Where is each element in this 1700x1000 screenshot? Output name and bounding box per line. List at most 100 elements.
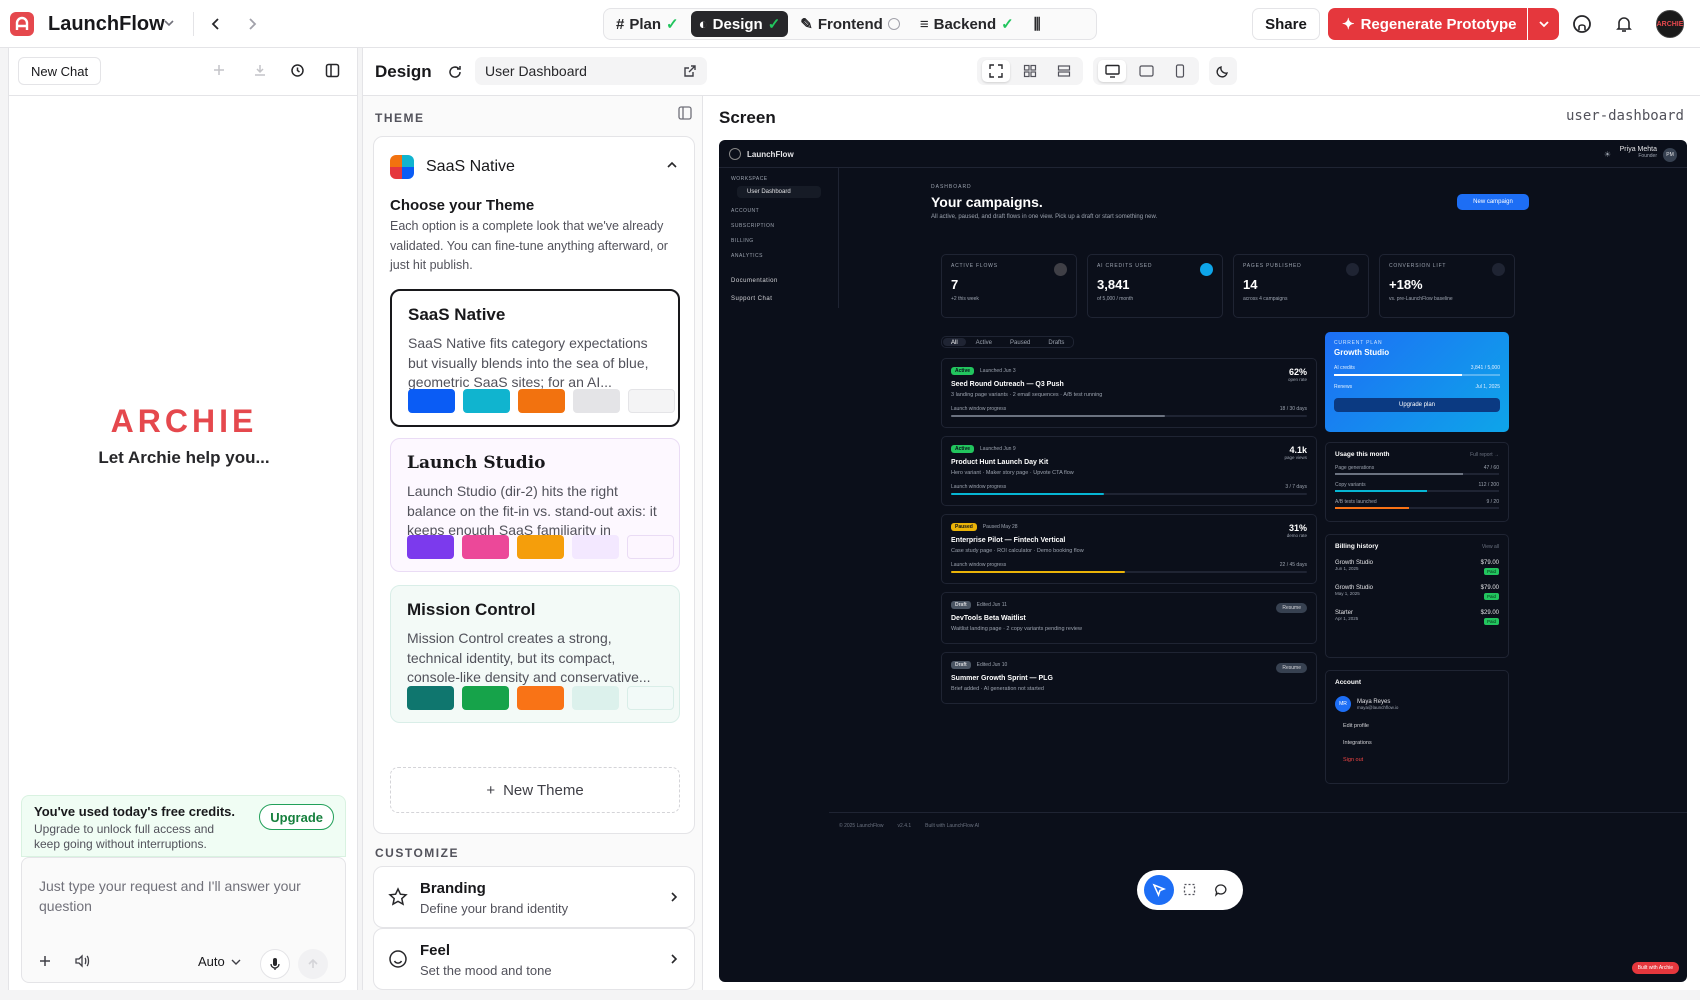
view-all-link[interactable]: View all xyxy=(1482,544,1499,550)
campaign-metric: 31% demo rate xyxy=(1287,523,1307,538)
campaign-card[interactable]: Draft Edited Jun 11 DevTools Beta Waitlis… xyxy=(941,592,1317,644)
status-badge: Paused xyxy=(951,523,977,531)
upgrade-button[interactable]: Upgrade xyxy=(259,804,334,830)
nav-link[interactable]: Support Chat xyxy=(731,296,772,302)
status-badge: Active xyxy=(951,367,975,375)
step-design[interactable]: ◐ Design ✓ xyxy=(690,11,789,37)
dark-mode-toggle[interactable] xyxy=(1209,57,1237,85)
preview-avatar[interactable]: PM xyxy=(1663,148,1677,162)
nav-item[interactable]: ANALYTICS xyxy=(731,253,763,259)
mobile-device-button[interactable] xyxy=(1166,60,1194,82)
tab-all[interactable]: All xyxy=(943,338,966,346)
panel-toggle-icon[interactable] xyxy=(325,63,340,78)
bell-icon[interactable] xyxy=(1614,14,1634,34)
fullscreen-view-button[interactable] xyxy=(982,60,1010,82)
comment-button[interactable] xyxy=(1206,875,1236,905)
plus-icon[interactable] xyxy=(212,63,226,77)
refresh-icon[interactable] xyxy=(447,64,463,80)
collapse-panel-icon[interactable] xyxy=(678,106,692,120)
external-link-icon[interactable] xyxy=(683,64,697,78)
speaker-icon[interactable] xyxy=(74,954,90,968)
campaign-card[interactable]: Active Launched Jun 9 Product Hunt Launch… xyxy=(941,436,1317,506)
campaign-card[interactable]: Paused Paused May 28 Enterprise Pilot — F… xyxy=(941,514,1317,584)
preview-subtitle: All active, paused, and draft flows in o… xyxy=(931,214,1158,220)
arrow-right-icon[interactable] xyxy=(244,16,260,32)
stat-value: 3,841 xyxy=(1097,277,1130,292)
send-button[interactable] xyxy=(298,949,328,979)
area-select-button[interactable] xyxy=(1175,875,1205,905)
regenerate-options-button[interactable] xyxy=(1528,8,1559,40)
chat-composer[interactable]: Just type your request and I'll answer y… xyxy=(21,857,346,983)
tab-active[interactable]: Active xyxy=(968,338,1000,346)
app-logo[interactable] xyxy=(10,12,34,36)
mode-select[interactable]: Auto xyxy=(198,954,241,969)
billing-row: Growth Studio Jun 1, 2025 $79.00 Paid xyxy=(1335,560,1499,575)
regenerate-prototype-button[interactable]: ✦ Regenerate Prototype xyxy=(1328,8,1527,40)
full-report-link[interactable]: Full report → xyxy=(1470,452,1499,458)
campaign-card[interactable]: Draft Edited Jun 10 Summer Growth Sprint … xyxy=(941,652,1317,704)
footer-version: v2.4.1 xyxy=(897,823,912,829)
tablet-device-button[interactable] xyxy=(1132,60,1160,82)
usage-bar xyxy=(1335,490,1499,492)
microphone-button[interactable] xyxy=(260,949,290,979)
share-button[interactable]: Share xyxy=(1252,8,1320,40)
current-theme[interactable]: SaaS Native xyxy=(390,155,515,179)
step-backend[interactable]: ≡ Backend ✓ xyxy=(912,11,1022,37)
credits-value: 3,841 / 5,000 xyxy=(1470,365,1500,371)
customize-branding[interactable]: Branding Define your brand identity xyxy=(373,866,695,928)
stat-sub: +2 this week xyxy=(951,296,979,302)
arrow-left-icon[interactable] xyxy=(208,16,224,32)
nav-item[interactable]: BILLING xyxy=(731,238,754,244)
desktop-device-button[interactable] xyxy=(1098,60,1126,82)
page-selector[interactable]: User Dashboard xyxy=(475,57,707,85)
history-icon[interactable] xyxy=(290,63,305,78)
plus-icon[interactable] xyxy=(38,954,52,968)
nav-item[interactable]: ACCOUNT xyxy=(731,208,759,214)
github-icon[interactable] xyxy=(1572,14,1592,34)
new-chat-button[interactable]: New Chat xyxy=(18,57,102,85)
theme-section-label: THEME xyxy=(375,111,425,125)
project-name[interactable]: LaunchFlow xyxy=(48,13,165,36)
chevron-up-icon[interactable] xyxy=(666,159,678,171)
integrations-link[interactable]: Integrations xyxy=(1343,740,1499,746)
moon-icon xyxy=(1216,66,1228,78)
theme-card-launch-studio[interactable]: Launch Studio Launch Studio (dir-2) hits… xyxy=(390,438,680,572)
account-user: MR Maya Reyes maya@launchflow.io xyxy=(1335,696,1499,712)
chevron-down-icon[interactable] xyxy=(163,17,175,29)
customize-feel[interactable]: Feel Set the mood and tone xyxy=(373,928,695,990)
upgrade-plan-button[interactable]: Upgrade plan xyxy=(1334,398,1500,412)
nav-item[interactable]: SUBSCRIPTION xyxy=(731,223,775,229)
library-button[interactable]: ⫼ xyxy=(1026,11,1049,37)
new-theme-button[interactable]: + New Theme xyxy=(390,767,680,813)
campaign-date: Paused May 28 xyxy=(982,524,1018,530)
tab-drafts[interactable]: Drafts xyxy=(1040,338,1072,346)
step-plan[interactable]: # Plan ✓ xyxy=(608,11,687,37)
new-campaign-button[interactable]: New campaign xyxy=(1457,194,1529,210)
nav-item-active[interactable]: User Dashboard xyxy=(737,186,821,198)
grid-view-button[interactable] xyxy=(1016,60,1044,82)
resume-button[interactable]: Resume xyxy=(1276,603,1307,613)
campaign-metric: 62% open rate xyxy=(1288,367,1307,382)
select-tool-button[interactable] xyxy=(1143,875,1174,905)
built-with-archie-badge[interactable]: Built with Archie xyxy=(1631,962,1679,974)
theme-card-saas-native[interactable]: SaaS Native SaaS Native fits category ex… xyxy=(390,289,680,427)
prototype-preview[interactable]: LaunchFlow ☀ Priya Mehta Founder PM WORKS… xyxy=(719,140,1687,982)
user-avatar[interactable]: ARCHIE xyxy=(1656,10,1684,38)
stat-value: 14 xyxy=(1243,277,1258,292)
download-icon[interactable] xyxy=(253,63,267,77)
list-view-button[interactable] xyxy=(1050,60,1078,82)
chat-input[interactable]: Just type your request and I'll answer y… xyxy=(39,876,329,916)
edit-profile-link[interactable]: Edit profile xyxy=(1343,723,1499,729)
theme-card-mission-control[interactable]: Mission Control Mission Control creates … xyxy=(390,585,680,723)
campaign-card[interactable]: Active Launched Jun 3 Seed Round Outreach… xyxy=(941,358,1317,428)
resume-button[interactable]: Resume xyxy=(1276,663,1307,673)
nav-link[interactable]: Documentation xyxy=(731,278,778,284)
progress-fill xyxy=(951,415,1165,417)
stat-label: CONVERSION LIFT xyxy=(1389,263,1447,269)
sun-icon[interactable]: ☀ xyxy=(1604,150,1611,159)
step-frontend[interactable]: ✎ Frontend xyxy=(792,11,908,37)
new-theme-label: New Theme xyxy=(503,781,584,799)
theme-name: Mission Control xyxy=(407,600,536,619)
tab-paused[interactable]: Paused xyxy=(1002,338,1038,346)
sign-out-link[interactable]: Sign out xyxy=(1343,757,1499,763)
